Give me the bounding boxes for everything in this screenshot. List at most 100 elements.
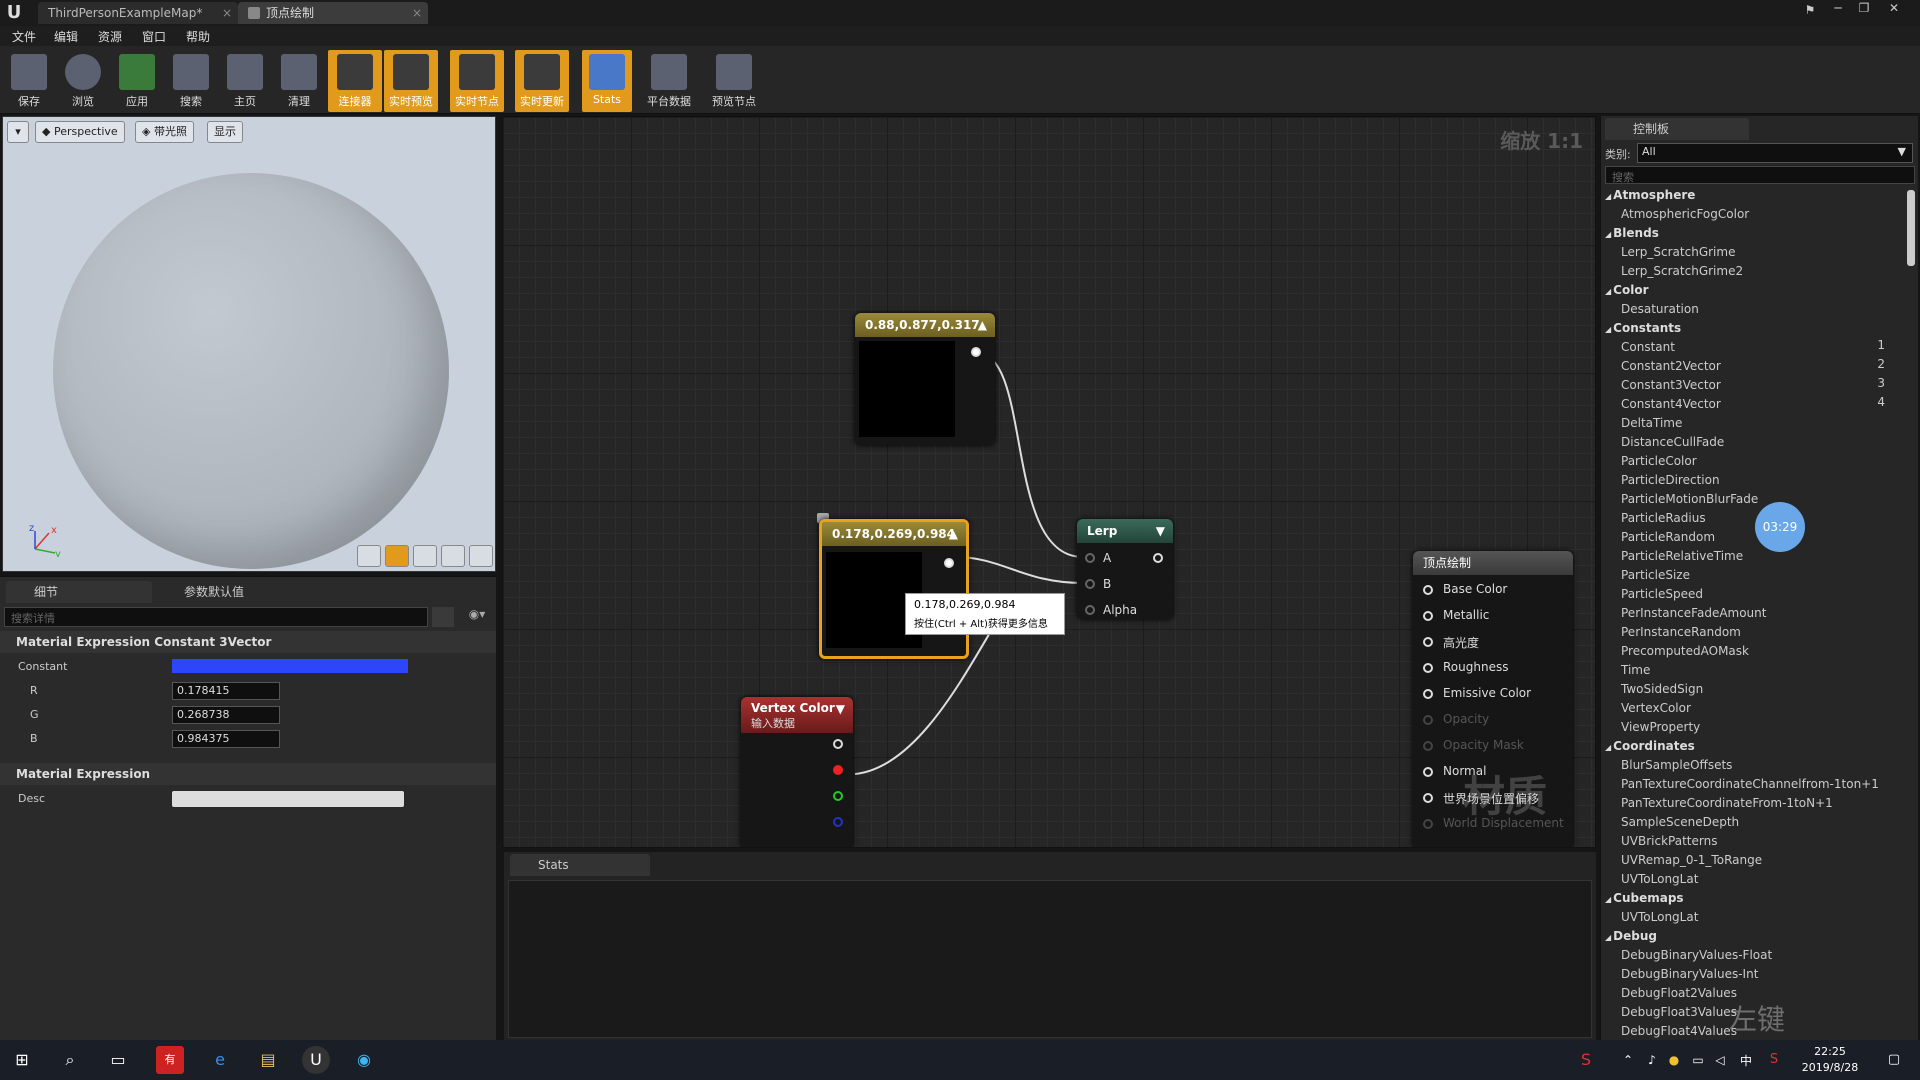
r-value-input[interactable]: 0.178415 [172,682,280,700]
palette-item[interactable]: DebugBinaryValues-Float [1621,946,1772,965]
result-input-pin[interactable] [1423,793,1433,803]
palette-item[interactable]: ParticleMotionBlurFade [1621,490,1758,509]
palette-item[interactable]: PerInstanceRandom [1621,623,1741,642]
search-button[interactable]: 搜索 [164,50,218,112]
palette-item[interactable]: DeltaTime [1621,414,1682,433]
vertex-color-node[interactable]: Vertex Color 输入数据 ▼ [741,697,853,847]
category-select[interactable]: All ▼ [1637,143,1913,163]
timer-badge[interactable]: 03:29 [1755,502,1805,552]
save-button[interactable]: 保存 [2,50,56,112]
clock[interactable]: 22:25 2019/8/28 [1790,1044,1870,1076]
result-pin-row[interactable]: Metallic [1423,605,1573,627]
expand-arrow-icon[interactable]: ◢ [1605,287,1611,296]
palette-category[interactable]: ◢ Debug [1605,927,1657,946]
result-pin-row[interactable]: Emissive Color [1423,683,1573,705]
palette-item[interactable]: VertexColor [1621,699,1691,718]
palette-item[interactable]: PanTextureCoordinateFrom-1toN+1 [1621,794,1833,813]
menu-file[interactable]: 文件 [12,28,36,45]
menu-edit[interactable]: 编辑 [54,28,78,45]
palette-category[interactable]: ◢ Blends [1605,224,1659,243]
details-search-input[interactable]: 搜索详情 [4,607,428,627]
notification-icon[interactable]: ⚑ [1798,2,1822,20]
palette-item[interactable]: BlurSampleOffsets [1621,756,1732,775]
constant3vector-node-1[interactable]: 0.88,0.877,0.317 ▲ [855,313,995,445]
view-options-icon[interactable] [432,607,454,627]
palette-item[interactable]: PrecomputedAOMask [1621,642,1749,661]
result-input-pin[interactable] [1423,715,1433,725]
palette-item[interactable]: DebugFloat4Values [1621,1022,1737,1040]
result-input-pin[interactable] [1423,663,1433,673]
palette-item[interactable]: ParticleSpeed [1621,585,1703,604]
clean-button[interactable]: 清理 [272,50,326,112]
unreal-logo-icon[interactable]: U [2,1,26,25]
result-input-pin[interactable] [1423,637,1433,647]
sphere-preview-icon[interactable] [385,545,409,567]
home-button[interactable]: 主页 [218,50,272,112]
lerp-alpha-pin[interactable] [1085,605,1095,615]
palette-category[interactable]: ◢ Atmosphere [1605,186,1695,205]
palette-item[interactable]: SampleSceneDepth [1621,813,1739,832]
result-input-pin[interactable] [1423,741,1433,751]
close-icon[interactable]: × [412,2,422,24]
constant-color-swatch[interactable] [172,659,408,673]
vc-rgb-pin[interactable] [833,739,843,749]
palette-item[interactable]: ParticleRelativeTime [1621,547,1743,566]
palette-item[interactable]: ParticleDirection [1621,471,1720,490]
node-1-output-pin[interactable] [971,347,981,357]
ime-indicator[interactable]: 中 [1740,1052,1752,1069]
palette-item[interactable]: Constant2Vector [1621,357,1721,376]
palette-category[interactable]: ◢ Constants [1605,319,1681,338]
preview-node-button[interactable]: 预览节点 [706,50,762,112]
show-button[interactable]: 显示 [207,121,243,143]
custom-mesh-preview-icon[interactable] [469,545,493,567]
tab-stats[interactable]: Stats [510,854,650,876]
lerp-a-pin[interactable] [1085,553,1095,563]
g-value-input[interactable]: 0.268738 [172,706,280,724]
result-input-pin[interactable] [1423,819,1433,829]
palette-item[interactable]: Lerp_ScratchGrime2 [1621,262,1743,281]
sogou-icon[interactable]: S [1760,1046,1788,1074]
palette-item[interactable]: Constant4Vector [1621,395,1721,414]
palette-item[interactable]: ParticleRadius [1621,509,1706,528]
result-input-pin[interactable] [1423,767,1433,777]
tab-details[interactable]: 细节 [6,581,152,603]
notification-center-icon[interactable]: ▢ [1880,1046,1908,1074]
live-update-button[interactable]: 实时更新 [515,50,569,112]
palette-category[interactable]: ◢ Cubemaps [1605,889,1684,908]
palette-item[interactable]: PanTextureCoordinateChannelfrom-1ton+1 [1621,775,1879,794]
file-explorer-icon[interactable]: ▤ [254,1046,282,1074]
cylinder-preview-icon[interactable] [357,545,381,567]
apply-button[interactable]: 应用 [110,50,164,112]
palette-item[interactable]: Constant [1621,338,1675,357]
palette-item[interactable]: Desaturation [1621,300,1699,319]
palette-item[interactable]: DebugFloat3Values [1621,1003,1737,1022]
expand-arrow-icon[interactable]: ◢ [1605,230,1611,239]
section-constant3vector[interactable]: Material Expression Constant 3Vector [0,631,496,653]
expand-arrow-icon[interactable]: ◢ [1605,933,1611,942]
vc-r-pin[interactable] [833,765,843,775]
palette-scrollbar[interactable] [1907,190,1915,266]
close-icon[interactable]: × [222,2,232,24]
recorder-icon[interactable]: ◉ [350,1046,378,1074]
b-value-input[interactable]: 0.984375 [172,730,280,748]
result-pin-row[interactable]: Opacity [1423,709,1573,731]
result-pin-row[interactable]: Opacity Mask [1423,735,1573,757]
dropdown-arrow-icon[interactable]: ▼ [836,701,845,717]
palette-item[interactable]: DebugBinaryValues-Int [1621,965,1758,984]
palette-category[interactable]: ◢ Color [1605,281,1648,300]
collapse-arrow-icon[interactable]: ▲ [949,522,958,546]
constant3vector-node-2[interactable]: 0.178,0.269,0.984 ▲ [819,519,969,659]
vc-b-pin[interactable] [833,817,843,827]
live-nodes-button[interactable]: 实时节点 [450,50,504,112]
result-input-pin[interactable] [1423,585,1433,595]
restore-button[interactable]: ❐ [1852,0,1876,18]
palette-item[interactable]: ParticleRandom [1621,528,1715,547]
result-pin-row[interactable]: Roughness [1423,657,1573,679]
cube-preview-icon[interactable] [441,545,465,567]
viewport-menu-button[interactable]: ▾ [7,121,29,143]
eye-icon[interactable]: ◉▾ [460,607,494,627]
expand-arrow-icon[interactable]: ◢ [1605,743,1611,752]
platform-stats-button[interactable]: 平台数据 [642,50,696,112]
close-button[interactable]: ✕ [1882,0,1906,18]
palette-item[interactable]: DebugFloat2Values [1621,984,1737,1003]
